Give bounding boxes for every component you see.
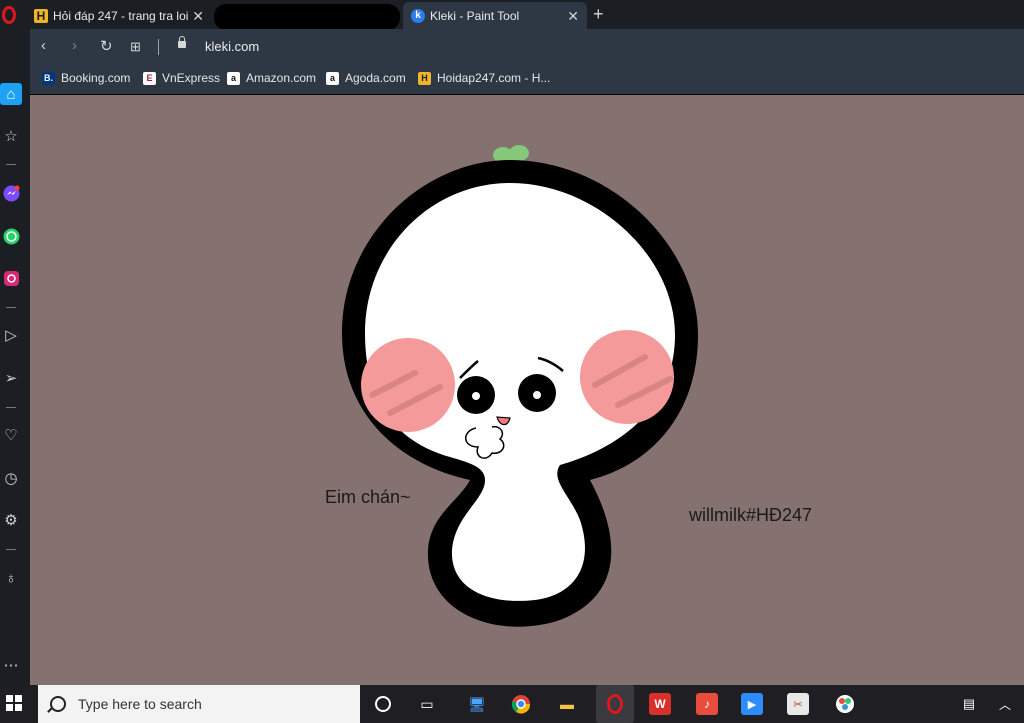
amazon-icon: a — [227, 71, 240, 85]
vnexpress-icon: E — [143, 71, 156, 85]
canvas-caption-right: willmilk#HĐ247 — [689, 505, 813, 525]
opera-menu-icon[interactable] — [2, 6, 16, 24]
whatsapp-icon[interactable] — [0, 225, 22, 247]
news-widget-icon[interactable]: ▤ — [958, 693, 980, 715]
cortana-circle-icon[interactable] — [372, 693, 394, 715]
tab-grid-icon[interactable]: ⊞ — [130, 39, 141, 55]
snipping-tool-icon[interactable]: ✂ — [787, 693, 809, 715]
forward-icon[interactable]: › — [72, 37, 77, 54]
right-blush — [580, 330, 674, 424]
hoidap-icon: H — [418, 71, 431, 85]
bookmark-label: VnExpress — [162, 71, 221, 85]
send-icon[interactable]: ➢ — [0, 367, 22, 389]
home-icon[interactable]: ⌂ — [0, 83, 22, 105]
star-icon[interactable]: ☆ — [0, 125, 22, 147]
divider — [6, 549, 16, 550]
history-clock-icon[interactable]: ◷ — [0, 467, 22, 489]
computer-icon[interactable]: 🖥 — [466, 693, 488, 715]
opera-taskbar-icon[interactable] — [596, 685, 634, 723]
file-explorer-icon[interactable]: ▬ — [556, 693, 578, 715]
tab-kleki[interactable]: k Kleki - Paint Tool ✕ — [403, 2, 587, 29]
agoda-icon: a — [326, 71, 339, 85]
chrome-icon[interactable] — [510, 693, 532, 715]
zoom-icon[interactable]: ▶ — [741, 693, 763, 715]
bookmark-agoda[interactable]: a Agoda.com — [326, 71, 406, 85]
bookmark-amazon[interactable]: a Amazon.com — [227, 71, 316, 85]
bookmark-label: Amazon.com — [246, 71, 317, 85]
reload-icon[interactable]: ↻ — [100, 37, 113, 55]
settings-gear-icon[interactable]: ⚙ — [0, 509, 22, 531]
divider — [6, 164, 16, 165]
back-icon[interactable]: ‹ — [41, 37, 46, 54]
heart-icon[interactable]: ♡ — [0, 424, 22, 446]
bookmark-label: Hoidap247.com - H... — [437, 71, 551, 85]
kleki-favicon-icon: k — [411, 8, 425, 23]
player-icon[interactable]: ▷ — [0, 324, 22, 346]
messenger-icon[interactable] — [0, 182, 22, 204]
tab-bar: H Hỏi đáp 247 - trang tra loi ✕ k Kleki … — [0, 0, 1024, 30]
chevron-up-icon[interactable]: ︿ — [994, 693, 1016, 715]
left-blush — [361, 338, 455, 432]
taskbar-search-box[interactable]: Type here to search — [38, 685, 360, 723]
address-bar: ‹ › ↻ ⊞ kleki.com — [30, 29, 1024, 65]
character-drawing — [342, 145, 698, 627]
lock-icon — [178, 36, 186, 48]
bookmark-hoidap247[interactable]: H Hoidap247.com - H... — [418, 71, 550, 85]
redaction-mark — [214, 4, 400, 30]
tab-title: Hỏi đáp 247 - trang tra loi — [53, 8, 189, 23]
divider — [6, 307, 16, 308]
bookmark-label: Booking.com — [61, 71, 131, 85]
bookmark-booking[interactable]: B. Booking.com — [42, 71, 130, 85]
tab-title: Kleki - Paint Tool — [430, 8, 520, 23]
bookmark-vnexpress[interactable]: E VnExpress — [143, 71, 220, 85]
instagram-icon[interactable] — [0, 267, 22, 289]
divider — [6, 407, 16, 408]
divider — [158, 39, 159, 55]
close-icon[interactable]: ✕ — [192, 8, 204, 25]
left-eye — [457, 376, 495, 414]
search-placeholder: Type here to search — [78, 696, 202, 712]
tab-redacted[interactable] — [214, 2, 400, 30]
task-view-icon[interactable]: ▭ — [416, 693, 438, 715]
opera-sidebar: ⌂ ☆ ▷ ➢ ♡ ◷ ⚙ ♁ ⋯ — [0, 29, 30, 685]
hoidap-favicon-icon: H — [34, 8, 48, 23]
canvas-caption-left: Eim chán~ — [325, 487, 411, 507]
url-field[interactable]: kleki.com — [205, 39, 259, 54]
booking-icon: B. — [42, 71, 55, 85]
drawing-canvas[interactable]: Eim chán~ willmilk#HĐ247 — [30, 95, 1024, 685]
pdf-reader-icon[interactable]: ♪ — [696, 693, 718, 715]
paint-icon[interactable] — [834, 693, 856, 715]
lightbulb-icon[interactable]: ♁ — [0, 567, 22, 589]
search-icon — [50, 696, 66, 712]
right-eye — [518, 374, 556, 412]
tab-hoidap[interactable]: H Hỏi đáp 247 - trang tra loi ✕ — [34, 2, 212, 29]
windows-taskbar: Type here to search ▭ 🖥 ▬ W ♪ ▶ ✂ ▤ ︿ — [0, 685, 1024, 723]
windows-start-icon[interactable] — [6, 695, 22, 711]
more-dots-icon[interactable]: ⋯ — [0, 654, 22, 676]
close-icon[interactable]: ✕ — [567, 8, 579, 25]
wps-office-icon[interactable]: W — [649, 693, 671, 715]
bookmarks-bar: B. Booking.com E VnExpress a Amazon.com … — [30, 65, 1024, 95]
new-tab-plus-icon[interactable]: + — [593, 4, 604, 25]
bookmark-label: Agoda.com — [345, 71, 406, 85]
